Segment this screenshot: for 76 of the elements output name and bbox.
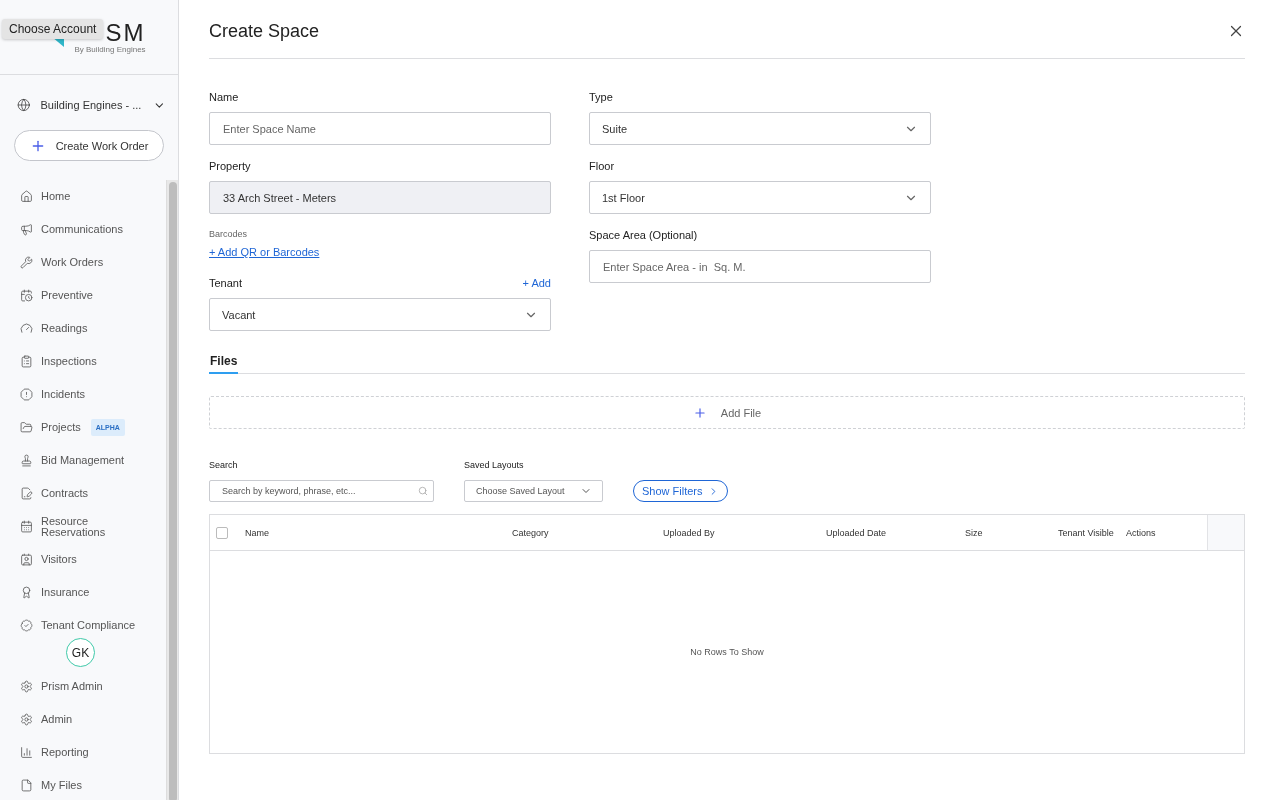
folder-icon: [20, 421, 33, 434]
nav-item[interactable]: Readings: [0, 312, 166, 345]
nav-item[interactable]: Inspections: [0, 345, 166, 378]
nav-item[interactable]: Insurance: [0, 576, 166, 609]
column-header[interactable]: Name: [245, 527, 512, 538]
search-icon: [418, 486, 428, 496]
nav-item[interactable]: Admin: [0, 703, 166, 736]
column-header[interactable]: Category: [512, 527, 663, 538]
tooltip: Choose Account: [2, 19, 104, 39]
nav-item[interactable]: Work Orders: [0, 246, 166, 279]
globe-icon: [17, 97, 31, 113]
dropdown[interactable]: 1st Floor: [589, 181, 931, 214]
field-label: Type: [589, 91, 613, 103]
calendar-icon: [20, 520, 33, 533]
file-icon: [20, 779, 33, 792]
award-icon: [20, 586, 33, 599]
readonly-field: 33 Arch Street - Meters: [209, 181, 551, 214]
nav-item[interactable]: Incidents: [0, 378, 166, 411]
calendar-icon: [20, 289, 33, 302]
field-label: Space Area (Optional): [589, 229, 698, 241]
settings-icon: [20, 713, 33, 726]
dropdown[interactable]: Vacant: [209, 298, 551, 331]
nav-item[interactable]: Communications: [0, 213, 166, 246]
column-header[interactable]: Uploaded Date: [826, 527, 965, 538]
account-selector[interactable]: Building Engines - ...: [17, 93, 166, 117]
dialog-title: Create Space: [209, 20, 320, 42]
id-badge-icon: [20, 553, 33, 566]
bar-chart-icon: [20, 746, 33, 759]
column-header[interactable]: Uploaded By: [663, 527, 826, 538]
add-barcode-link[interactable]: + Add QR or Barcodes: [209, 246, 551, 258]
nav-item[interactable]: Visitors: [0, 543, 166, 576]
column-header[interactable]: Actions: [1126, 527, 1207, 538]
checkbox[interactable]: [216, 526, 228, 539]
nav-item[interactable]: My Files: [0, 769, 166, 800]
column-header[interactable]: Size: [965, 527, 1058, 538]
alert-icon: [20, 388, 33, 401]
field-label: Name: [209, 91, 239, 103]
clipboard-icon: [20, 355, 33, 368]
megaphone-icon: [20, 223, 33, 236]
saved-layout-dropdown[interactable]: Choose Saved Layout: [464, 480, 603, 502]
house-icon: [20, 190, 33, 203]
field-label: Barcodes: [209, 229, 248, 239]
nav-item[interactable]: Reporting: [0, 736, 166, 769]
nav-item[interactable]: Contracts: [0, 477, 166, 510]
create-work-order-button[interactable]: Create Work Order: [14, 130, 164, 161]
dropdown[interactable]: Suite: [589, 112, 931, 145]
field-label: Tenant: [209, 277, 243, 289]
stamp-icon: [20, 454, 33, 467]
nav-item[interactable]: Prism Admin: [0, 670, 166, 703]
plus-icon: [692, 405, 707, 420]
settings-icon: [20, 680, 33, 693]
tab[interactable]: Files: [209, 354, 239, 374]
nav-item[interactable]: Home: [0, 180, 166, 213]
nav-item[interactable]: Preventive: [0, 279, 166, 312]
add-link[interactable]: + Add: [522, 277, 551, 289]
logo-text: SM: [105, 20, 146, 45]
nav-item[interactable]: Resource Reservations: [0, 510, 166, 543]
logo-tagline: By Building Engines: [74, 44, 146, 54]
add-file-button[interactable]: Add File: [209, 396, 1245, 429]
gauge-icon: [20, 322, 33, 335]
wrench-icon: [20, 256, 33, 269]
text-field[interactable]: Enter Space Name: [209, 112, 551, 145]
user-avatar[interactable]: GK: [66, 638, 95, 667]
field-label: Floor: [589, 160, 615, 172]
scrollbar-thumb[interactable]: [168, 182, 177, 800]
show-filters-button[interactable]: Show Filters: [633, 480, 728, 502]
search-field[interactable]: Search by keyword, phrase, etc...: [209, 480, 434, 502]
text-field[interactable]: Enter Space Area - in Sq. M.: [589, 250, 931, 283]
badge-check-icon: [20, 619, 33, 632]
nav-item[interactable]: Bid Management: [0, 444, 166, 477]
document-icon: [20, 487, 33, 500]
column-header[interactable]: Tenant Visible: [1058, 527, 1126, 538]
empty-message: No Rows To Show: [690, 647, 764, 657]
field-label: Property: [209, 160, 251, 172]
saved-layouts-label: Saved Layouts: [464, 460, 525, 470]
search-label: Search: [209, 460, 239, 470]
